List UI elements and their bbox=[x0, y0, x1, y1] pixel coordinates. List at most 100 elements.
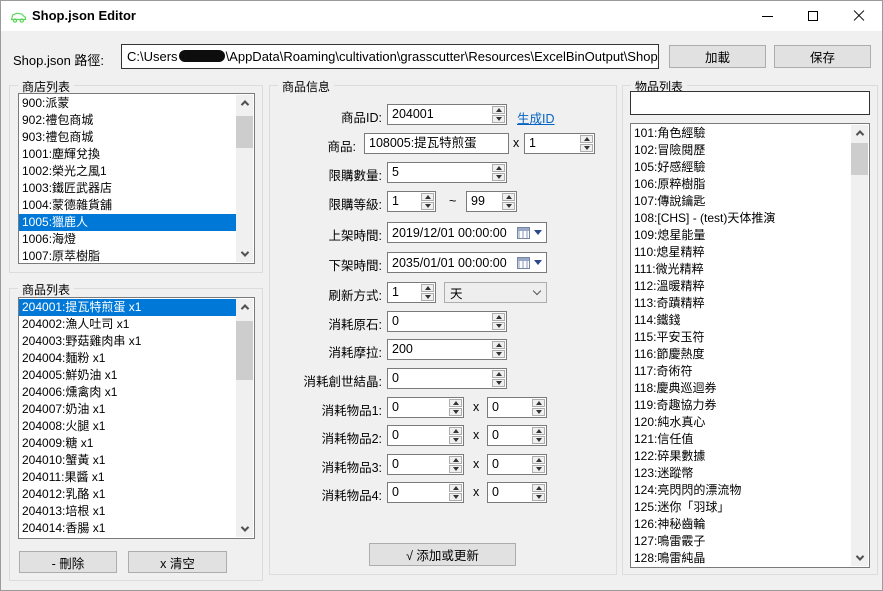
list-item[interactable]: 120:純水真心 bbox=[631, 414, 852, 431]
cost-item-2-id-spinner[interactable]: 0 bbox=[387, 425, 464, 446]
spin-down-button[interactable] bbox=[449, 436, 462, 444]
load-button[interactable]: 加載 bbox=[669, 45, 766, 68]
dropdown-arrow-icon[interactable] bbox=[534, 260, 542, 265]
list-item[interactable]: 117:奇術符 bbox=[631, 363, 852, 380]
list-item[interactable]: 204011:果醬 x1 bbox=[19, 469, 237, 486]
spin-down-button[interactable] bbox=[532, 493, 545, 501]
level-max-spinner[interactable]: 99 bbox=[466, 191, 517, 212]
delete-goods-button[interactable]: - 刪除 bbox=[19, 551, 117, 573]
spin-up-button[interactable] bbox=[532, 427, 545, 435]
goods-list-scrollbar[interactable] bbox=[236, 299, 253, 537]
spin-down-button[interactable] bbox=[449, 408, 462, 416]
list-item[interactable]: 123:迷蹤幣 bbox=[631, 465, 852, 482]
spin-up-button[interactable] bbox=[421, 284, 434, 292]
list-item[interactable]: 1005:獵鹿人 bbox=[19, 214, 237, 231]
spin-up-button[interactable] bbox=[449, 427, 462, 435]
list-item[interactable]: 109:熄星能量 bbox=[631, 227, 852, 244]
list-item[interactable]: 125:迷你「羽球」 bbox=[631, 499, 852, 516]
scroll-down-button[interactable] bbox=[236, 246, 253, 262]
scroll-thumb[interactable] bbox=[236, 116, 253, 148]
cost-item-4-count-spinner[interactable]: 0 bbox=[487, 482, 547, 503]
cost-item-3-count-spinner[interactable]: 0 bbox=[487, 454, 547, 475]
path-input[interactable]: C:\Users\AppData\Roaming\cultivation\gra… bbox=[121, 44, 659, 69]
list-item[interactable]: 1007:原萃樹脂 bbox=[19, 248, 237, 263]
spin-down-button[interactable] bbox=[421, 202, 434, 210]
spin-up-button[interactable] bbox=[502, 193, 515, 201]
spin-down-button[interactable] bbox=[421, 293, 434, 301]
list-item[interactable]: 115:平安玉符 bbox=[631, 329, 852, 346]
cost-item-1-count-spinner[interactable]: 0 bbox=[487, 397, 547, 418]
scroll-up-button[interactable] bbox=[236, 95, 253, 111]
scroll-thumb[interactable] bbox=[236, 321, 253, 380]
item-count-spinner[interactable]: 1 bbox=[524, 133, 595, 154]
spin-up-button[interactable] bbox=[532, 456, 545, 464]
spin-down-button[interactable] bbox=[492, 379, 505, 387]
begin-time-datepicker[interactable]: 2019/12/01 00:00:00 bbox=[387, 222, 547, 243]
list-item[interactable]: 1002:榮光之風1 bbox=[19, 163, 237, 180]
list-item[interactable]: 127:鳴雷霰子 bbox=[631, 533, 852, 550]
list-item[interactable]: 204001:提瓦特煎蛋 x1 bbox=[19, 299, 237, 316]
list-item[interactable]: 106:原粹樹脂 bbox=[631, 176, 852, 193]
list-item[interactable]: 204013:培根 x1 bbox=[19, 503, 237, 520]
spin-down-button[interactable] bbox=[492, 173, 505, 181]
item-listbox[interactable]: 101:角色經驗102:冒險閱歷105:好感經驗106:原粹樹脂107:傳說鑰匙… bbox=[630, 123, 870, 568]
spin-down-button[interactable] bbox=[502, 202, 515, 210]
list-item[interactable]: 204002:漁人吐司 x1 bbox=[19, 316, 237, 333]
maximize-button[interactable] bbox=[790, 1, 836, 31]
spin-up-button[interactable] bbox=[532, 484, 545, 492]
spin-up-button[interactable] bbox=[449, 456, 462, 464]
spin-up-button[interactable] bbox=[421, 193, 434, 201]
cost-item-2-count-spinner[interactable]: 0 bbox=[487, 425, 547, 446]
spin-up-button[interactable] bbox=[449, 399, 462, 407]
list-item[interactable]: 116:節慶熱度 bbox=[631, 346, 852, 363]
list-item[interactable]: 113:奇蹟精粹 bbox=[631, 295, 852, 312]
scroll-up-button[interactable] bbox=[236, 299, 253, 315]
list-item[interactable]: 204006:燻禽肉 x1 bbox=[19, 384, 237, 401]
item-name-textbox[interactable]: 108005:提瓦特煎蛋 bbox=[364, 133, 509, 154]
list-item[interactable]: 204005:鮮奶油 x1 bbox=[19, 367, 237, 384]
list-item[interactable]: 114:鐵錢 bbox=[631, 312, 852, 329]
scroll-thumb[interactable] bbox=[851, 143, 868, 175]
list-item[interactable]: 204003:野菇雞肉串 x1 bbox=[19, 333, 237, 350]
cost-crystal-spinner[interactable]: 0 bbox=[387, 368, 507, 389]
spin-up-button[interactable] bbox=[532, 399, 545, 407]
spin-up-button[interactable] bbox=[492, 106, 505, 114]
list-item[interactable]: 204009:糖 x1 bbox=[19, 435, 237, 452]
list-item[interactable]: 1006:海燈 bbox=[19, 231, 237, 248]
spin-down-button[interactable] bbox=[532, 465, 545, 473]
scroll-down-button[interactable] bbox=[236, 521, 253, 537]
close-button[interactable] bbox=[836, 1, 882, 31]
list-item[interactable]: 111:微光精粹 bbox=[631, 261, 852, 278]
dropdown-arrow-icon[interactable] bbox=[534, 230, 542, 235]
list-item[interactable]: 204004:麵粉 x1 bbox=[19, 350, 237, 367]
goods-listbox[interactable]: 204001:提瓦特煎蛋 x1204002:漁人吐司 x1204003:野菇雞肉… bbox=[18, 297, 255, 539]
spin-down-button[interactable] bbox=[532, 436, 545, 444]
spin-down-button[interactable] bbox=[492, 115, 505, 123]
list-item[interactable]: 118:慶典巡迴券 bbox=[631, 380, 852, 397]
scroll-up-button[interactable] bbox=[851, 125, 868, 141]
calendar-icon[interactable] bbox=[517, 227, 530, 239]
cost-mora-spinner[interactable]: 200 bbox=[387, 339, 507, 360]
list-item[interactable]: 126:神秘齒輪 bbox=[631, 516, 852, 533]
list-item[interactable]: 122:碎果數據 bbox=[631, 448, 852, 465]
list-item[interactable]: 107:傳說鑰匙 bbox=[631, 193, 852, 210]
list-item[interactable]: 204010:蟹黃 x1 bbox=[19, 452, 237, 469]
list-item[interactable]: 121:信任值 bbox=[631, 431, 852, 448]
list-item[interactable]: 902:禮包商城 bbox=[19, 112, 237, 129]
refresh-count-spinner[interactable]: 1 bbox=[387, 282, 436, 303]
spin-down-button[interactable] bbox=[449, 465, 462, 473]
list-item[interactable]: 1003:鐵匠武器店 bbox=[19, 180, 237, 197]
list-item[interactable]: 1001:塵輝兌換 bbox=[19, 146, 237, 163]
shop-list-scrollbar[interactable] bbox=[236, 95, 253, 262]
add-or-update-button[interactable]: √ 添加或更新 bbox=[369, 543, 516, 566]
list-item[interactable]: 101:角色經驗 bbox=[631, 125, 852, 142]
list-item[interactable]: 102:冒險閱歷 bbox=[631, 142, 852, 159]
list-item[interactable]: 204014:香腸 x1 bbox=[19, 520, 237, 537]
cost-item-4-id-spinner[interactable]: 0 bbox=[387, 482, 464, 503]
list-item[interactable]: 204007:奶油 x1 bbox=[19, 401, 237, 418]
item-search-input[interactable] bbox=[630, 91, 870, 115]
spin-up-button[interactable] bbox=[449, 484, 462, 492]
list-item[interactable]: 105:好感經驗 bbox=[631, 159, 852, 176]
level-min-spinner[interactable]: 1 bbox=[387, 191, 436, 212]
buy-limit-spinner[interactable]: 5 bbox=[387, 162, 507, 183]
